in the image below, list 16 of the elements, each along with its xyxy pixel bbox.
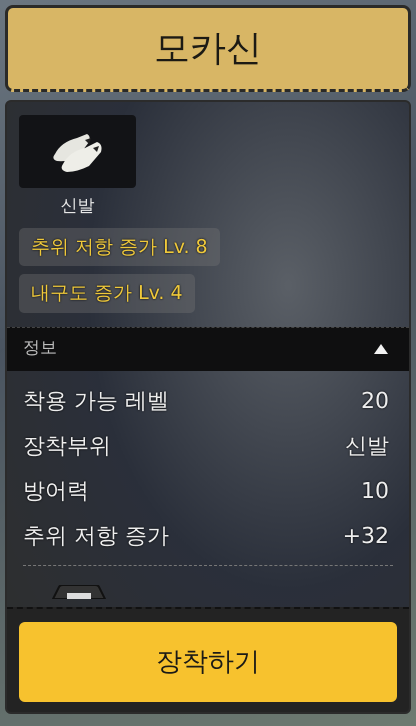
category-label: 신발: [60, 195, 96, 218]
stat-value: 신발: [345, 432, 389, 460]
stat-label: 착용 가능 레벨: [23, 388, 169, 416]
section-title: 정보: [23, 337, 57, 360]
stat-label: 추위 저항 증가: [23, 522, 169, 550]
collapse-icon[interactable]: [373, 343, 389, 355]
stat-value: +32: [342, 522, 389, 550]
stat-value: 10: [361, 478, 389, 506]
effect-tag: 추위 저항 증가 Lv. 8: [19, 228, 220, 266]
section-header[interactable]: 정보: [7, 326, 409, 370]
stat-label: 방어력: [23, 478, 89, 506]
stat-value: 20: [361, 388, 389, 416]
item-title: 모카신: [154, 26, 262, 70]
effect-tag: 내구도 증가 Lv. 4: [19, 274, 195, 312]
stat-label: 장착부위: [23, 432, 111, 460]
equip-button[interactable]: 장착하기: [19, 622, 397, 702]
